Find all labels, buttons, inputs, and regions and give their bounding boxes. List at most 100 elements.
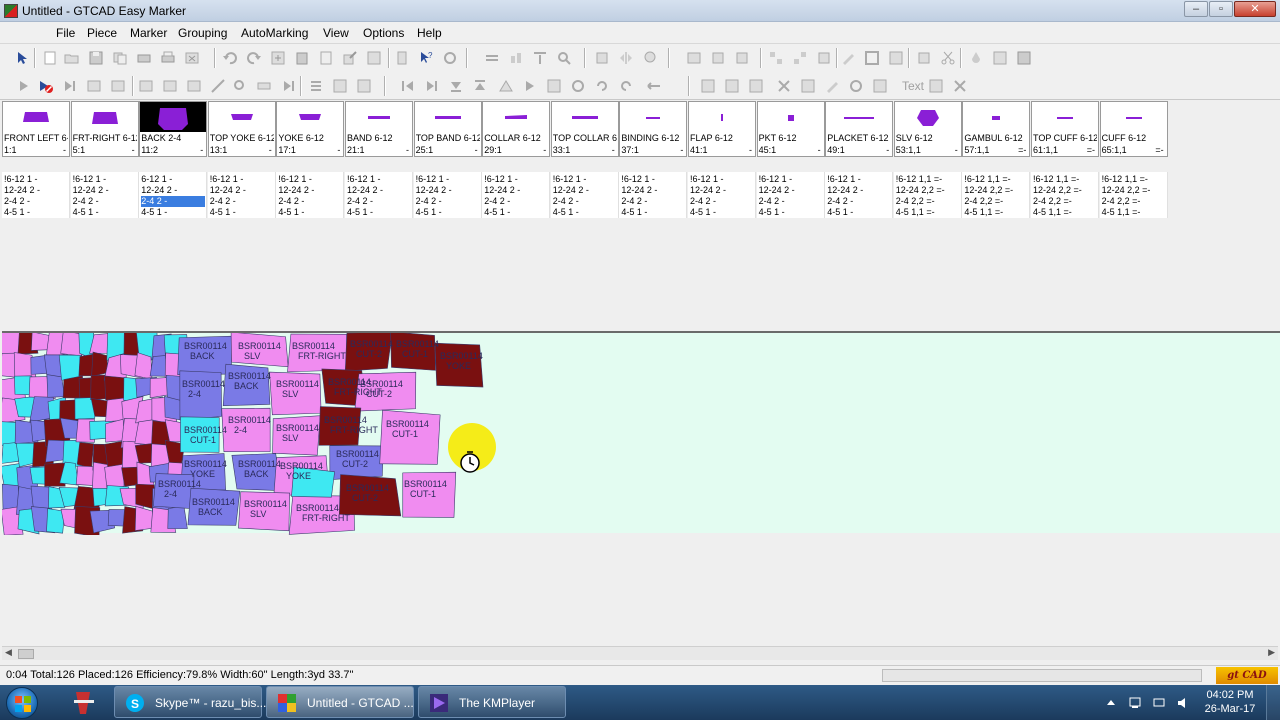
size-row[interactable]: 4-5 1,1 =- xyxy=(1033,207,1072,218)
redo-marker-icon[interactable] xyxy=(848,78,864,94)
print-preview-icon[interactable] xyxy=(136,50,152,66)
taskbar-gtcad[interactable]: Untitled - GTCAD ... xyxy=(266,686,414,718)
size-row[interactable]: !6-12 1 - xyxy=(759,174,793,185)
hatch-icon[interactable] xyxy=(888,50,904,66)
size-row[interactable]: 2-4 2 - xyxy=(210,196,236,207)
size-row[interactable]: 4-5 1,1 =- xyxy=(1102,207,1141,218)
size-row[interactable]: 12-24 2 - xyxy=(690,185,726,196)
size-row[interactable]: 4-5 1 - xyxy=(484,207,510,218)
menu-grouping[interactable]: Grouping xyxy=(178,26,227,40)
mirror-icon[interactable] xyxy=(618,50,634,66)
size-row[interactable]: 4-5 1 - xyxy=(759,207,785,218)
piece-cell[interactable]: GAMBUL 6-12 57:1,1 =- xyxy=(962,101,1031,157)
size-cell[interactable]: 6-12 1 - 12-24 2 - 2-4 2 - 4-5 1 - xyxy=(139,172,208,218)
move-down-icon[interactable] xyxy=(448,78,464,94)
show-hidden-icons-icon[interactable] xyxy=(1104,696,1118,710)
document-icon[interactable] xyxy=(318,50,334,66)
menu-automarking[interactable]: AutoMarking xyxy=(241,26,308,40)
size-row[interactable]: !6-12 1,1 =- xyxy=(1102,174,1148,185)
close-button[interactable]: ✕ xyxy=(1234,1,1276,17)
frame-icon[interactable] xyxy=(864,50,880,66)
size-cell[interactable]: !6-12 1,1 =- 12-24 2,2 =- 2-4 2,2 =- 4-5… xyxy=(962,172,1031,218)
rotate-cw-icon[interactable] xyxy=(594,78,610,94)
size-row[interactable]: !6-12 1,1 =- xyxy=(896,174,942,185)
step-end-icon[interactable] xyxy=(86,78,102,94)
maximize-button[interactable]: ▫ xyxy=(1209,1,1233,17)
text-tool-label[interactable]: Text xyxy=(902,79,924,93)
size-cell[interactable]: !6-12 1 - 12-24 2 - 2-4 2 - 4-5 1 - xyxy=(619,172,688,218)
step-icon[interactable] xyxy=(62,78,78,94)
scroll-thumb[interactable] xyxy=(18,649,34,659)
menu-view[interactable]: View xyxy=(323,26,349,40)
pencil-icon[interactable] xyxy=(824,78,840,94)
piece-cell[interactable]: TOP CUFF 6-12 61:1,1 =- xyxy=(1031,101,1099,157)
piece-cell[interactable]: COLLAR 6-12 29:1 - xyxy=(482,101,551,157)
start-button[interactable] xyxy=(6,687,38,719)
drop-icon[interactable] xyxy=(968,50,984,66)
size-cell[interactable]: !6-12 1,1 =- 12-24 2,2 =- 2-4 2,2 =- 4-5… xyxy=(1031,172,1099,218)
size-row[interactable]: 2-4 2 - xyxy=(347,196,373,207)
size-row[interactable]: 4-5 1 - xyxy=(416,207,442,218)
scissors-icon[interactable] xyxy=(940,50,956,66)
piece-cell[interactable]: TOP YOKE 6-12 13:1 - xyxy=(207,101,276,157)
save-icon[interactable] xyxy=(88,50,104,66)
size-row[interactable]: 12-24 2 - xyxy=(347,185,383,196)
piece-cell[interactable]: TOP COLLAR 6- 33:1 - xyxy=(550,101,619,157)
size-row[interactable]: 2-4 2 - xyxy=(416,196,442,207)
flip-piece-icon[interactable] xyxy=(734,50,750,66)
text-edit-icon[interactable] xyxy=(928,78,944,94)
zoom-piece-icon[interactable] xyxy=(232,78,248,94)
size-row[interactable]: 12-24 2 - xyxy=(278,185,314,196)
action-center-icon[interactable] xyxy=(1152,696,1166,710)
pinned-app[interactable] xyxy=(64,688,104,718)
marker-piece[interactable] xyxy=(134,352,153,380)
settings-icon[interactable] xyxy=(356,78,372,94)
size-row[interactable]: !6-12 1,1 =- xyxy=(964,174,1010,185)
size-row[interactable]: !6-12 1 - xyxy=(278,174,312,185)
size-row[interactable]: 12-24 2 - xyxy=(553,185,589,196)
piece-cell[interactable]: PKT 6-12 45:1 - xyxy=(756,101,825,157)
size-row[interactable]: 4-5 1 - xyxy=(621,207,647,218)
move-up-icon[interactable] xyxy=(472,78,488,94)
size-row[interactable]: 12-24 2 - xyxy=(484,185,520,196)
size-cell[interactable]: !6-12 1,1 =- 12-24 2,2 =- 2-4 2,2 =- 4-5… xyxy=(1099,172,1168,218)
size-row[interactable]: 4-5 1 - xyxy=(73,207,99,218)
layers-icon[interactable] xyxy=(992,50,1008,66)
size-row[interactable]: 12-24 2,2 =- xyxy=(964,185,1013,196)
place-group-icon[interactable] xyxy=(186,78,202,94)
minimize-button[interactable]: – xyxy=(1184,1,1208,17)
size-row[interactable]: !6-12 1 - xyxy=(347,174,381,185)
layout-icon[interactable] xyxy=(686,50,702,66)
size-cell[interactable]: !6-12 1,1 =- 12-24 2,2 =- 2-4 2,2 =- 4-5… xyxy=(893,172,962,218)
edit-piece-icon[interactable] xyxy=(840,50,856,66)
size-row[interactable]: 2-4 2 - xyxy=(4,196,30,207)
size-row[interactable]: !6-12 1 - xyxy=(827,174,861,185)
marker-piece[interactable] xyxy=(91,351,108,377)
piece-cell[interactable]: FLAP 6-12 41:1 - xyxy=(688,101,756,157)
size-row[interactable]: !6-12 1 - xyxy=(4,174,38,185)
size-row[interactable]: 4-5 1,1 =- xyxy=(964,207,1003,218)
size-cell[interactable]: !6-12 1 - 12-24 2 - 2-4 2 - 4-5 1 - xyxy=(550,172,619,218)
size-row[interactable]: 12-24 2 - xyxy=(416,185,452,196)
properties-icon[interactable] xyxy=(332,78,348,94)
redo-icon[interactable] xyxy=(246,50,262,66)
plot-icon[interactable] xyxy=(800,78,816,94)
rotate-icon[interactable] xyxy=(570,78,586,94)
size-cell[interactable]: !6-12 1 - 12-24 2 - 2-4 2 - 4-5 1 - xyxy=(825,172,894,218)
marker-canvas[interactable]: BSR00114 BACK BSR00114 SLV BSR00114 FRT-RIGHT… xyxy=(2,331,1280,535)
marker-piece[interactable] xyxy=(76,442,94,469)
size-row[interactable]: 12-24 2 - xyxy=(210,185,246,196)
piece-cell[interactable]: PLACKET 6-12 49:1 - xyxy=(825,101,894,157)
size-cell[interactable]: !6-12 1 - 12-24 2 - 2-4 2 - 4-5 1 - xyxy=(413,172,482,218)
size-row[interactable]: 4-5 1 - xyxy=(141,207,167,218)
size-row[interactable]: !6-12 1 - xyxy=(416,174,450,185)
group-icon[interactable] xyxy=(768,50,784,66)
undo-icon[interactable] xyxy=(222,50,238,66)
ungroup-icon[interactable] xyxy=(792,50,808,66)
size-cell[interactable]: !6-12 1 - 12-24 2 - 2-4 2 - 4-5 1 - xyxy=(482,172,551,218)
place-icon[interactable] xyxy=(138,78,154,94)
horizontal-scrollbar[interactable]: ◀ ▶ xyxy=(2,646,1278,660)
size-row[interactable]: 12-24 2 - xyxy=(4,185,40,196)
size-row[interactable]: 2-4 2 - xyxy=(759,196,785,207)
marker-piece[interactable] xyxy=(167,505,188,529)
